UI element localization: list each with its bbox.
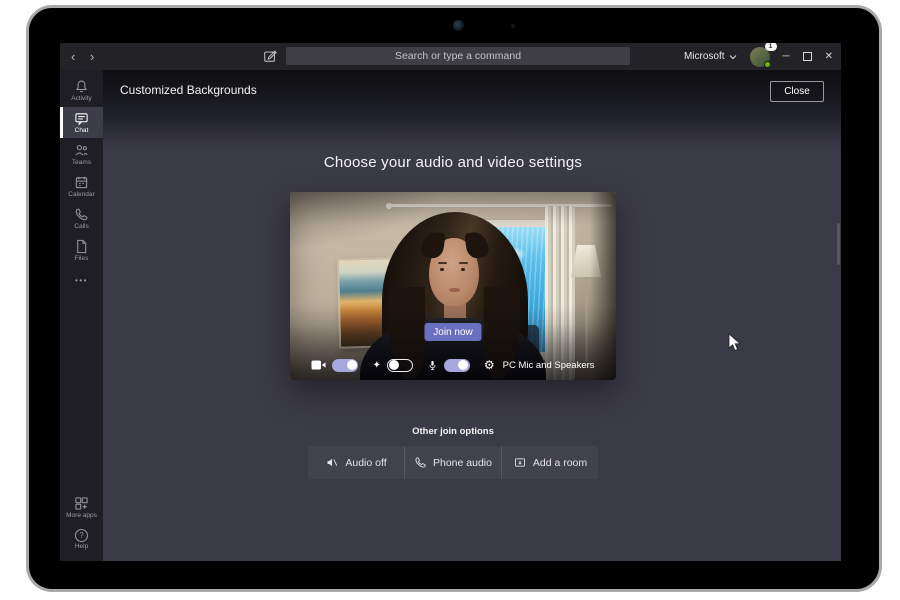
- apps-grid-icon: [74, 496, 89, 511]
- tablet-device-frame: ‹ › Microsoft 1 ─: [26, 5, 882, 592]
- meeting-settings-heading: Choose your audio and video settings: [324, 154, 582, 171]
- sidebar-item-activity[interactable]: Activity: [60, 75, 103, 106]
- add-a-room-button[interactable]: Add a room: [501, 446, 598, 479]
- bell-icon: [74, 79, 89, 94]
- other-join-options-heading: Other join options: [412, 426, 494, 437]
- sidebar-item-label: Chat: [75, 127, 89, 134]
- mic-toggle[interactable]: [444, 359, 470, 372]
- device-settings[interactable]: ⚙ PC Mic and Speakers: [484, 359, 595, 371]
- more-options-icon[interactable]: •••: [75, 276, 88, 285]
- close-window-button[interactable]: ✕: [825, 43, 833, 70]
- background-effects-toggle[interactable]: [387, 359, 413, 372]
- option-label: Phone audio: [433, 457, 492, 469]
- add-room-icon: [513, 456, 527, 469]
- page-title: Customized Backgrounds: [120, 83, 257, 97]
- sidebar-item-label: Help: [75, 543, 88, 550]
- calendar-icon: [74, 175, 89, 190]
- new-chat-icon[interactable]: [263, 49, 277, 63]
- chat-bubble-icon: [74, 111, 89, 126]
- maximize-button[interactable]: [803, 52, 812, 61]
- av-controls-bar: ✦: [290, 355, 616, 375]
- presence-available-dot: [764, 61, 771, 68]
- sidebar-item-files[interactable]: Files: [60, 235, 103, 266]
- account-label: Microsoft: [684, 51, 725, 62]
- teams-app-window: ‹ › Microsoft 1 ─: [60, 43, 841, 561]
- gear-icon: ⚙: [484, 359, 495, 371]
- sidebar-item-label: Calendar: [68, 191, 94, 198]
- sidebar-item-label: Activity: [71, 95, 92, 102]
- sidebar-item-calendar[interactable]: Calendar: [60, 171, 103, 202]
- forward-button[interactable]: ›: [90, 43, 94, 70]
- page-header: Customized Backgrounds Close: [103, 70, 841, 110]
- camera-icon: [311, 359, 326, 371]
- option-label: Add a room: [533, 457, 587, 469]
- main-content: Customized Backgrounds Close Choose your…: [103, 70, 841, 561]
- document-icon: [74, 239, 89, 254]
- close-button[interactable]: Close: [770, 81, 824, 102]
- microphone-icon: [427, 358, 438, 373]
- speaker-off-icon: [325, 456, 339, 469]
- sidebar-item-label: Calls: [74, 223, 88, 230]
- scrollbar[interactable]: [837, 223, 840, 265]
- account-menu[interactable]: Microsoft: [684, 51, 737, 62]
- sidebar-item-more-apps[interactable]: More apps: [60, 492, 103, 523]
- teams-people-icon: [74, 143, 89, 158]
- back-button[interactable]: ‹: [71, 43, 75, 70]
- sidebar-item-chat[interactable]: Chat: [60, 107, 103, 138]
- help-icon: ?: [75, 529, 88, 542]
- profile-avatar[interactable]: 1: [750, 47, 770, 67]
- sidebar-item-label: More apps: [66, 512, 97, 519]
- camera-toggle[interactable]: [332, 359, 358, 372]
- sidebar-item-label: Teams: [72, 159, 91, 166]
- sidebar-item-help[interactable]: ? Help: [60, 524, 103, 555]
- background-effects-icon: ✦: [372, 360, 380, 371]
- titlebar: ‹ › Microsoft 1 ─: [60, 43, 841, 70]
- search-input[interactable]: [286, 47, 630, 65]
- audio-device-label: PC Mic and Speakers: [503, 360, 595, 371]
- phone-audio-button[interactable]: Phone audio: [404, 446, 501, 479]
- sidebar-item-label: Files: [75, 255, 89, 262]
- sidebar-item-teams[interactable]: Teams: [60, 139, 103, 170]
- other-join-options-panel: Audio off Phone audio: [308, 446, 598, 479]
- option-label: Audio off: [345, 457, 386, 469]
- video-preview: Join now ✦: [290, 192, 616, 380]
- join-now-button[interactable]: Join now: [425, 323, 482, 341]
- phone-handset-icon: [414, 456, 427, 469]
- sidebar-item-calls[interactable]: Calls: [60, 203, 103, 234]
- phone-icon: [74, 207, 89, 222]
- app-sidebar: Activity Chat: [60, 70, 103, 561]
- audio-off-button[interactable]: Audio off: [308, 446, 404, 479]
- minimize-button[interactable]: ─: [783, 43, 790, 70]
- device-webcam: [453, 20, 464, 31]
- notification-badge: 1: [765, 43, 777, 51]
- chevron-down-icon: [729, 54, 737, 60]
- device-sensor: [511, 24, 515, 28]
